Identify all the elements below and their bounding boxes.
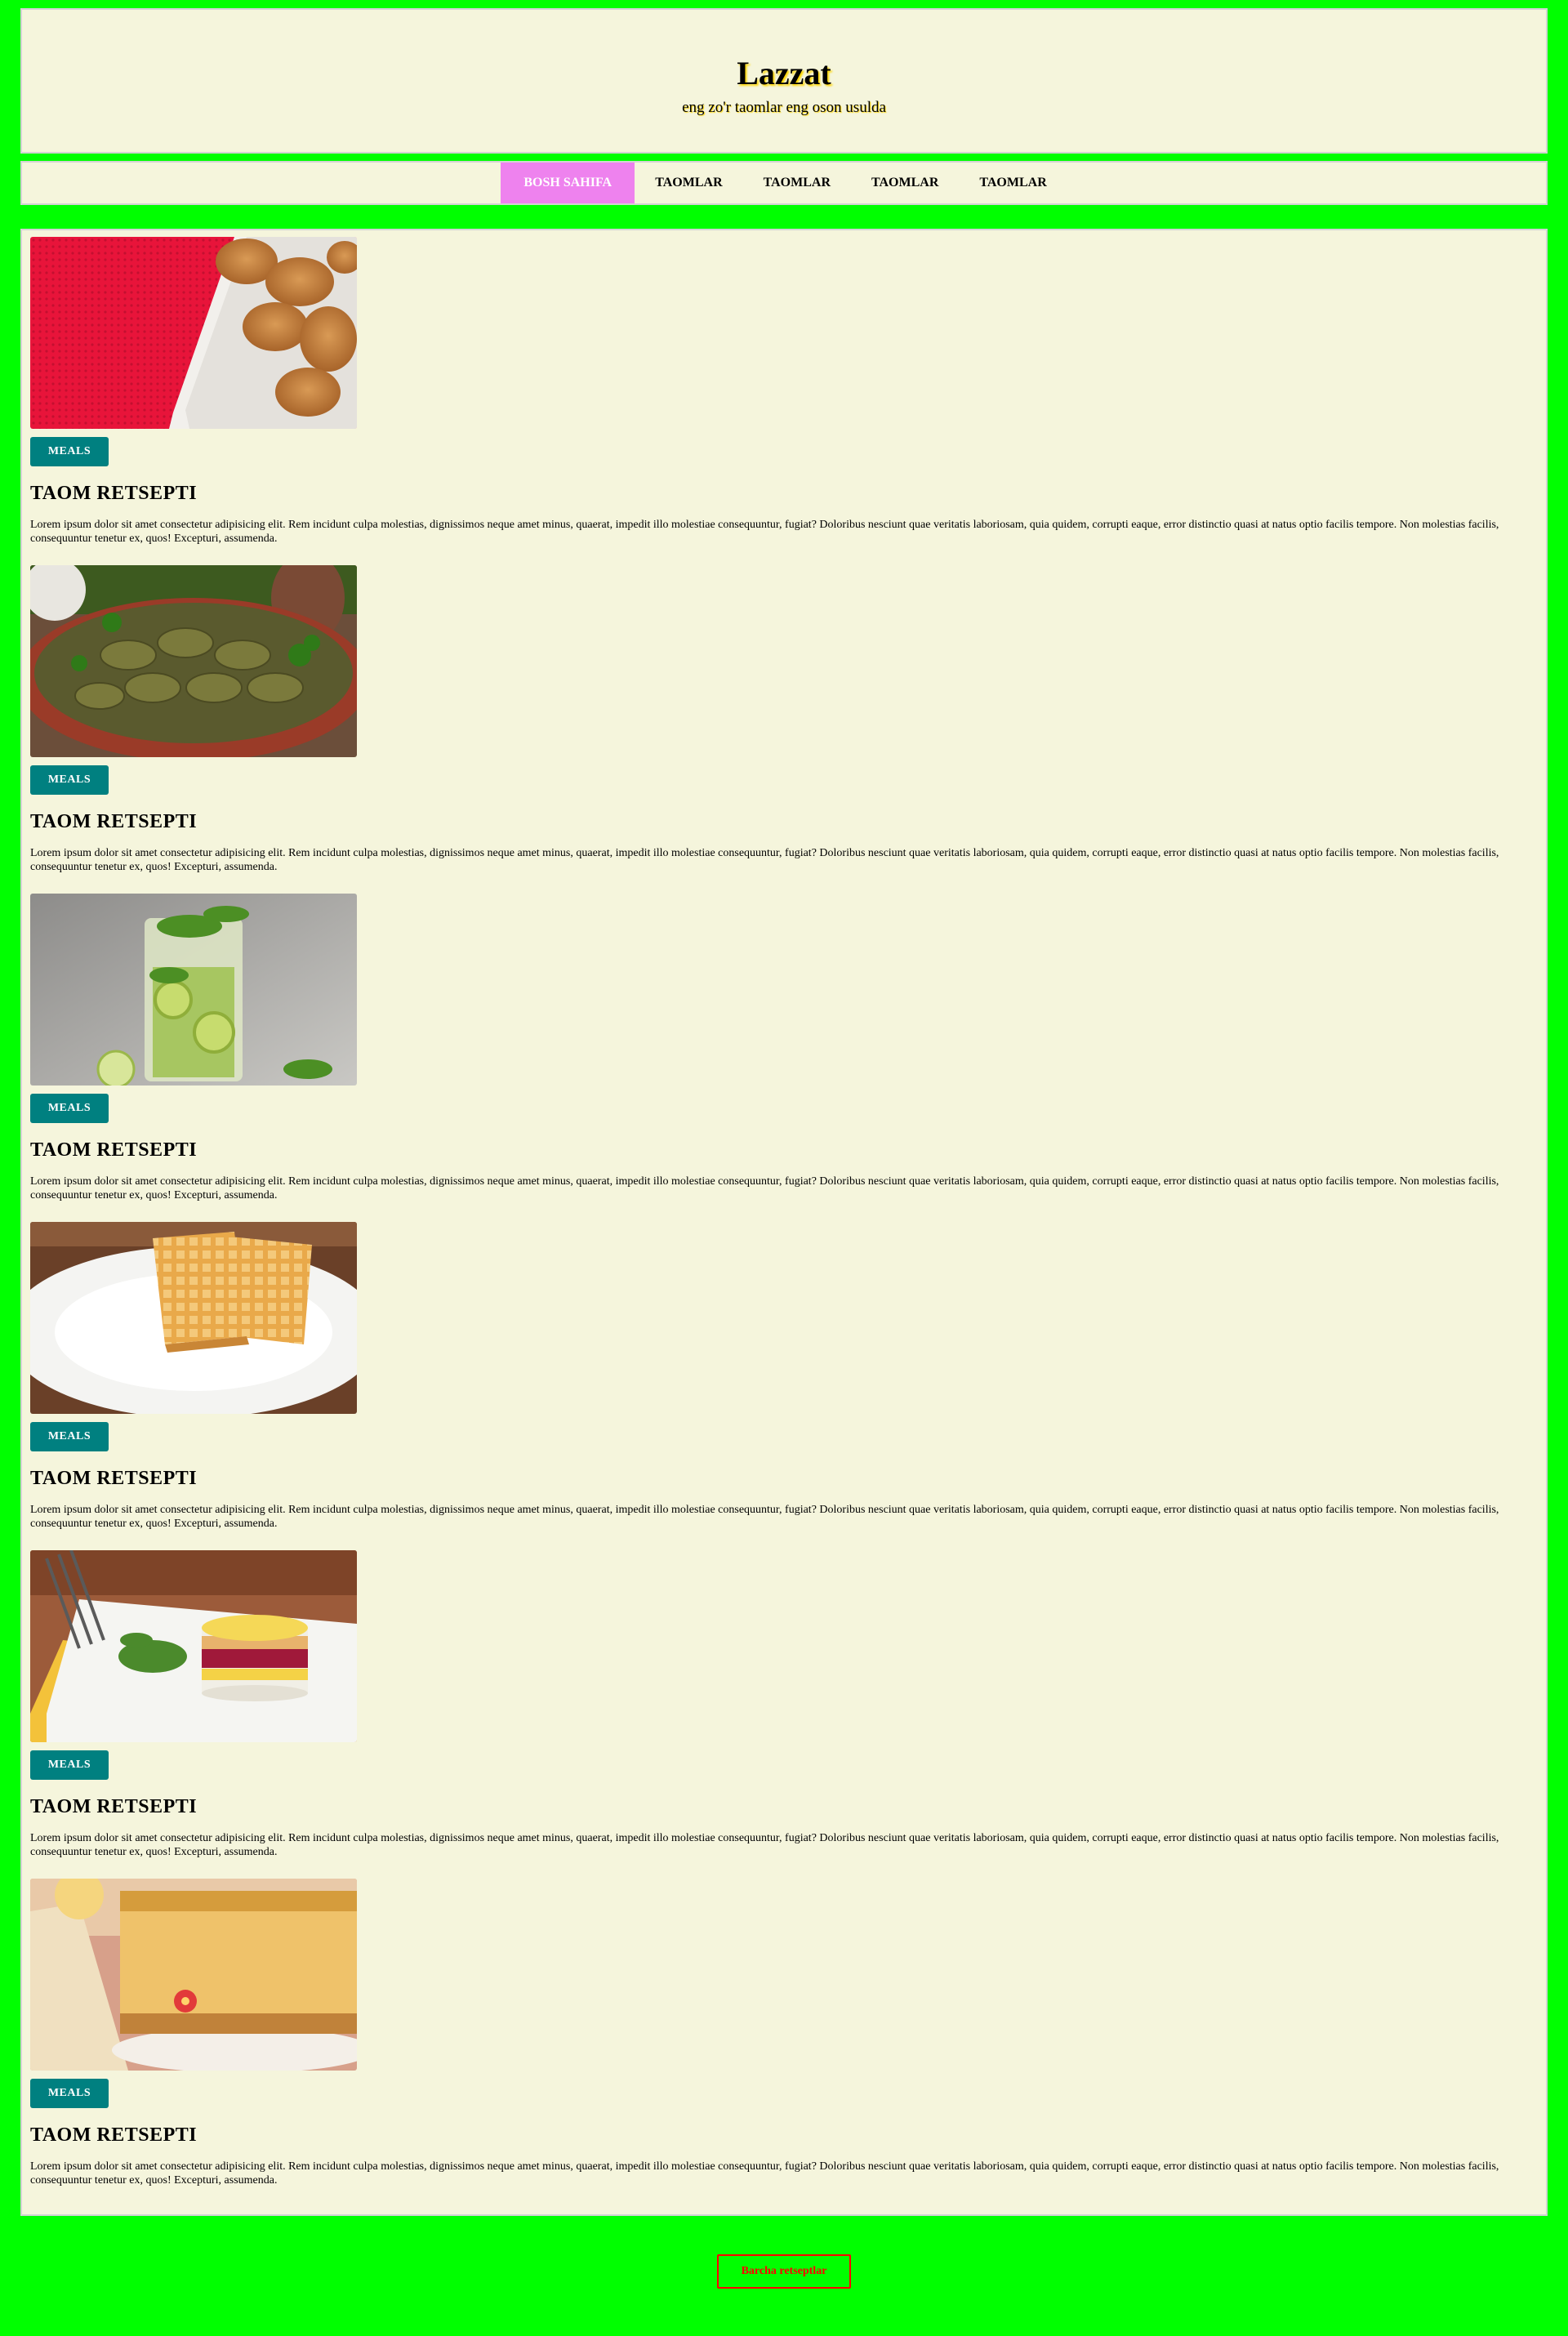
recipe-description: Lorem ipsum dolor sit amet consectetur a… bbox=[30, 519, 1499, 545]
mojito-drink-image bbox=[30, 894, 357, 1086]
meals-tag-button[interactable]: MEALS bbox=[30, 2079, 109, 2108]
recipe-card: MEALS TAOM RETSEPTI Lorem ipsum dolor si… bbox=[30, 565, 1538, 894]
recipe-card: MEALS TAOM RETSEPTI Lorem ipsum dolor si… bbox=[30, 1879, 1538, 2207]
all-recipes-button[interactable]: Barcha retseptlar bbox=[717, 2254, 851, 2289]
recipe-card: MEALS TAOM RETSEPTI Lorem ipsum dolor si… bbox=[30, 237, 1538, 565]
recipe-description: Lorem ipsum dolor sit amet consectetur a… bbox=[30, 1504, 1499, 1530]
nav-item-taomlar-4[interactable]: TAOMLAR bbox=[959, 163, 1067, 203]
recipe-title: TAOM RETSEPTI bbox=[30, 483, 198, 504]
recipe-card: MEALS TAOM RETSEPTI Lorem ipsum dolor si… bbox=[30, 894, 1538, 1222]
recipe-description: Lorem ipsum dolor sit amet consectetur a… bbox=[30, 2160, 1499, 2187]
recipe-card: MEALS TAOM RETSEPTI Lorem ipsum dolor si… bbox=[30, 1550, 1538, 1879]
meals-tag-button[interactable]: MEALS bbox=[30, 765, 109, 795]
recipe-list: MEALS TAOM RETSEPTI Lorem ipsum dolor si… bbox=[20, 229, 1548, 2216]
site-header: Lazzat eng zo'r taomlar eng oson usulda bbox=[20, 8, 1548, 154]
nav-item-taomlar-1[interactable]: TAOMLAR bbox=[635, 163, 742, 203]
cheesecake-image bbox=[30, 1879, 357, 2071]
meals-tag-button[interactable]: MEALS bbox=[30, 1750, 109, 1780]
nav-item-bosh-sahifa[interactable]: BOSH SAHIFA bbox=[501, 163, 635, 203]
meals-tag-button[interactable]: MEALS bbox=[30, 437, 109, 466]
site-title: Lazzat bbox=[737, 55, 831, 91]
stuffed-grape-leaves-image bbox=[30, 565, 357, 757]
meals-tag-button[interactable]: MEALS bbox=[30, 1094, 109, 1123]
fried-chicken-image bbox=[30, 237, 357, 429]
layered-salad-image bbox=[30, 1550, 357, 1742]
site-tagline: eng zo'r taomlar eng oson usulda bbox=[682, 99, 886, 116]
recipe-description: Lorem ipsum dolor sit amet consectetur a… bbox=[30, 1175, 1499, 1201]
waffles-image bbox=[30, 1222, 357, 1414]
recipe-title: TAOM RETSEPTI bbox=[30, 1468, 198, 1489]
recipe-card: MEALS TAOM RETSEPTI Lorem ipsum dolor si… bbox=[30, 1222, 1538, 1550]
recipe-title: TAOM RETSEPTI bbox=[30, 1139, 198, 1161]
recipe-description: Lorem ipsum dolor sit amet consectetur a… bbox=[30, 1832, 1499, 1858]
recipe-title: TAOM RETSEPTI bbox=[30, 1796, 198, 1817]
recipe-description: Lorem ipsum dolor sit amet consectetur a… bbox=[30, 847, 1499, 873]
meals-tag-button[interactable]: MEALS bbox=[30, 1422, 109, 1451]
nav-item-taomlar-2[interactable]: TAOMLAR bbox=[743, 163, 851, 203]
recipe-title: TAOM RETSEPTI bbox=[30, 811, 198, 832]
nav-item-taomlar-3[interactable]: TAOMLAR bbox=[851, 163, 959, 203]
main-navbar: BOSH SAHIFA TAOMLAR TAOMLAR TAOMLAR TAOM… bbox=[20, 161, 1548, 205]
recipe-title: TAOM RETSEPTI bbox=[30, 2124, 198, 2146]
